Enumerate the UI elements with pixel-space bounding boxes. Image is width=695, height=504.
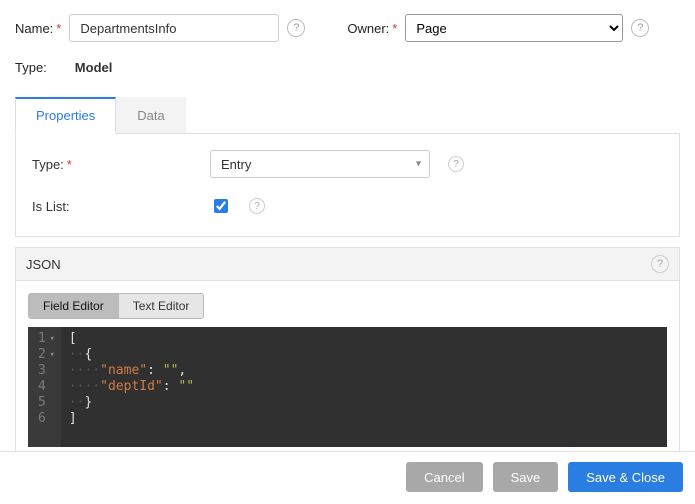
footer-bar: Cancel Save Save & Close bbox=[0, 451, 695, 504]
prop-islist-row: Is List: ? bbox=[32, 196, 663, 216]
chevron-down-icon: ▾ bbox=[416, 159, 421, 170]
prop-type-value: Entry bbox=[221, 157, 251, 172]
help-prop-type-icon[interactable]: ? bbox=[448, 156, 464, 172]
cancel-button[interactable]: Cancel bbox=[406, 462, 482, 492]
tab-data[interactable]: Data bbox=[116, 97, 185, 133]
header-row: Name:* ? Owner:* Page ? bbox=[15, 14, 680, 42]
help-owner-icon[interactable]: ? bbox=[631, 19, 649, 37]
tab-bar: Properties Data bbox=[15, 97, 680, 134]
field-editor-tab[interactable]: Field Editor bbox=[29, 294, 118, 318]
type-row: Type: Model bbox=[15, 60, 680, 75]
help-prop-islist-icon[interactable]: ? bbox=[249, 198, 265, 214]
prop-type-label: Type:* bbox=[32, 157, 210, 172]
name-input[interactable] bbox=[69, 14, 279, 42]
prop-islist-checkbox[interactable] bbox=[214, 199, 228, 213]
save-close-button[interactable]: Save & Close bbox=[568, 462, 683, 492]
properties-panel: Type:* Entry ▾ ? Is List: ? bbox=[15, 134, 680, 237]
json-section: JSON ? Field Editor Text Editor 1▾ 2▾ 3 … bbox=[15, 247, 680, 460]
code-editor[interactable]: 1▾ 2▾ 3 4 5 6 [ ··{ ····"name": "", ····… bbox=[28, 327, 667, 447]
save-button[interactable]: Save bbox=[493, 462, 559, 492]
code-content[interactable]: [ ··{ ····"name": "", ····"deptId": "" ·… bbox=[61, 327, 667, 447]
json-title: JSON bbox=[26, 257, 61, 272]
name-label: Name:* bbox=[15, 21, 61, 36]
type-label: Type: bbox=[15, 60, 47, 75]
text-editor-tab[interactable]: Text Editor bbox=[118, 294, 204, 318]
code-gutter: 1▾ 2▾ 3 4 5 6 bbox=[28, 327, 61, 447]
prop-type-row: Type:* Entry ▾ ? bbox=[32, 150, 663, 178]
owner-select[interactable]: Page bbox=[405, 14, 623, 42]
type-value: Model bbox=[75, 60, 113, 75]
help-name-icon[interactable]: ? bbox=[287, 19, 305, 37]
tab-properties[interactable]: Properties bbox=[15, 97, 116, 134]
prop-type-select[interactable]: Entry ▾ bbox=[210, 150, 430, 178]
help-json-icon[interactable]: ? bbox=[651, 255, 669, 273]
json-header: JSON ? bbox=[16, 248, 679, 281]
owner-label: Owner:* bbox=[347, 21, 397, 36]
editor-tab-bar: Field Editor Text Editor bbox=[28, 293, 204, 319]
prop-islist-label: Is List: bbox=[32, 199, 210, 214]
